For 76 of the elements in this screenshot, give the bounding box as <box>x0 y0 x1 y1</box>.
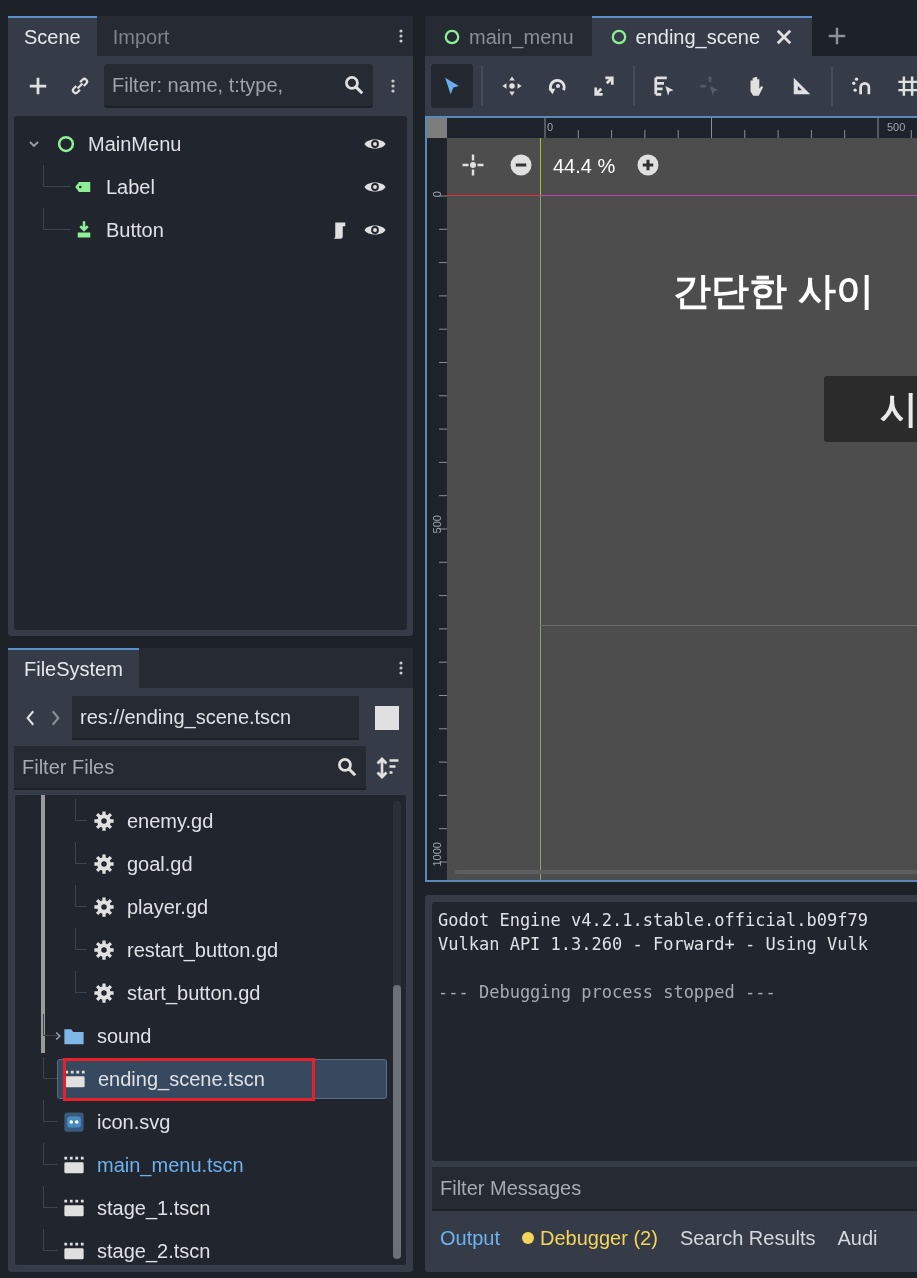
file-name[interactable]: start_button.gd <box>127 977 261 1008</box>
file-name[interactable]: icon.svg <box>97 1106 171 1137</box>
gear-icon <box>93 809 115 832</box>
ruler-label: 0 <box>547 120 554 135</box>
node-name[interactable]: Button <box>106 214 329 245</box>
zoom-level: 44.4 % <box>553 154 616 179</box>
file-name[interactable]: enemy.gd <box>127 805 214 836</box>
view-mode-toggle[interactable] <box>375 706 399 730</box>
tree-connector-line <box>75 928 87 950</box>
tree-connector-line <box>43 1100 57 1122</box>
gear-icon <box>93 852 115 875</box>
zoom-in-icon[interactable] <box>636 153 660 177</box>
list-select-icon <box>653 75 675 97</box>
bottom-panel-tab[interactable]: Search Results <box>679 1223 816 1254</box>
file-name[interactable]: sound <box>97 1020 152 1051</box>
circle-node-icon <box>443 28 461 46</box>
snap-icon <box>851 75 873 97</box>
tool-button[interactable] <box>431 64 473 108</box>
log-line: Vulkan API 1.3.260 - Forward+ - Using Vulk <box>438 933 869 956</box>
filter-field[interactable]: Filter Files <box>14 746 366 790</box>
log-line: Godot Engine v4.2.1.stable.official.b09f79 <box>438 909 869 932</box>
sort-icon[interactable] <box>376 756 400 780</box>
link-icon <box>70 76 90 96</box>
file-name[interactable]: player.gd <box>127 891 209 922</box>
tree-connector-line <box>43 1229 57 1251</box>
dock-tab[interactable]: FileSystem <box>8 648 139 688</box>
tree-connector-line <box>43 1186 57 1208</box>
ruler-label: 500 <box>429 514 444 536</box>
bottom-panel-tab[interactable]: Output <box>440 1223 501 1254</box>
scene-title-text: 간단한 사이 <box>673 269 874 314</box>
path-field[interactable]: res://ending_scene.tscn <box>72 696 360 740</box>
search-icon <box>343 74 365 96</box>
file-name[interactable]: ending_scene.tscn <box>98 1063 265 1094</box>
ruler-corner <box>427 118 447 138</box>
file-name[interactable]: goal.gd <box>127 848 193 879</box>
ruler-label: 0 <box>429 190 444 200</box>
gear-icon <box>93 981 115 1004</box>
node-name[interactable]: MainMenu <box>88 128 363 159</box>
bottom-panel-tab[interactable]: Audi <box>837 1223 878 1254</box>
ruler-icon <box>791 75 813 97</box>
tree-connector-line <box>75 971 87 993</box>
filter-field[interactable]: Filter: name, t:type, <box>104 64 373 108</box>
circle-node-icon <box>56 133 76 154</box>
editor-tab[interactable]: ending_scene <box>591 16 813 56</box>
tree-connector-line <box>43 165 71 187</box>
robot-face-icon <box>63 1110 85 1133</box>
ruler-label: 500 <box>887 120 906 135</box>
node-name[interactable]: Label <box>106 171 363 202</box>
tree-connector-line <box>75 885 87 907</box>
zoom-out-icon[interactable] <box>509 153 533 177</box>
log-line: --- Debugging process stopped --- <box>438 981 777 1004</box>
grid-icon <box>897 75 917 97</box>
file-name[interactable]: restart_button.gd <box>127 934 279 965</box>
move-icon <box>501 75 523 97</box>
editor-tab[interactable]: main_menu <box>425 16 592 56</box>
filter-field[interactable]: Filter Messages <box>432 1167 917 1212</box>
selected-file-row[interactable]: ending_scene.tscn <box>57 1058 387 1099</box>
search-icon <box>336 756 358 778</box>
plus-icon <box>27 75 49 97</box>
scale-icon <box>593 75 615 97</box>
tree-connector-line <box>75 799 87 821</box>
ruler-label: 1000 <box>429 841 444 869</box>
tree-connector-line <box>75 842 87 864</box>
tree-connector-line <box>43 208 71 230</box>
tree-connector-line <box>43 1143 57 1165</box>
start-button-preview: 시 <box>824 376 917 442</box>
gear-icon <box>93 895 115 918</box>
scrollbar-thumb[interactable] <box>393 985 401 1259</box>
center-view-icon[interactable] <box>461 153 485 177</box>
file-name[interactable]: stage_1.tscn <box>97 1192 211 1223</box>
circle-node-icon <box>609 28 628 46</box>
dock-tab[interactable]: Scene <box>8 16 97 56</box>
gear-icon <box>93 938 115 961</box>
bottom-panel-tab[interactable]: Debugger (2) <box>522 1223 658 1254</box>
file-name[interactable]: stage_2.tscn <box>97 1235 211 1265</box>
file-name[interactable]: main_menu.tscn <box>97 1149 244 1180</box>
